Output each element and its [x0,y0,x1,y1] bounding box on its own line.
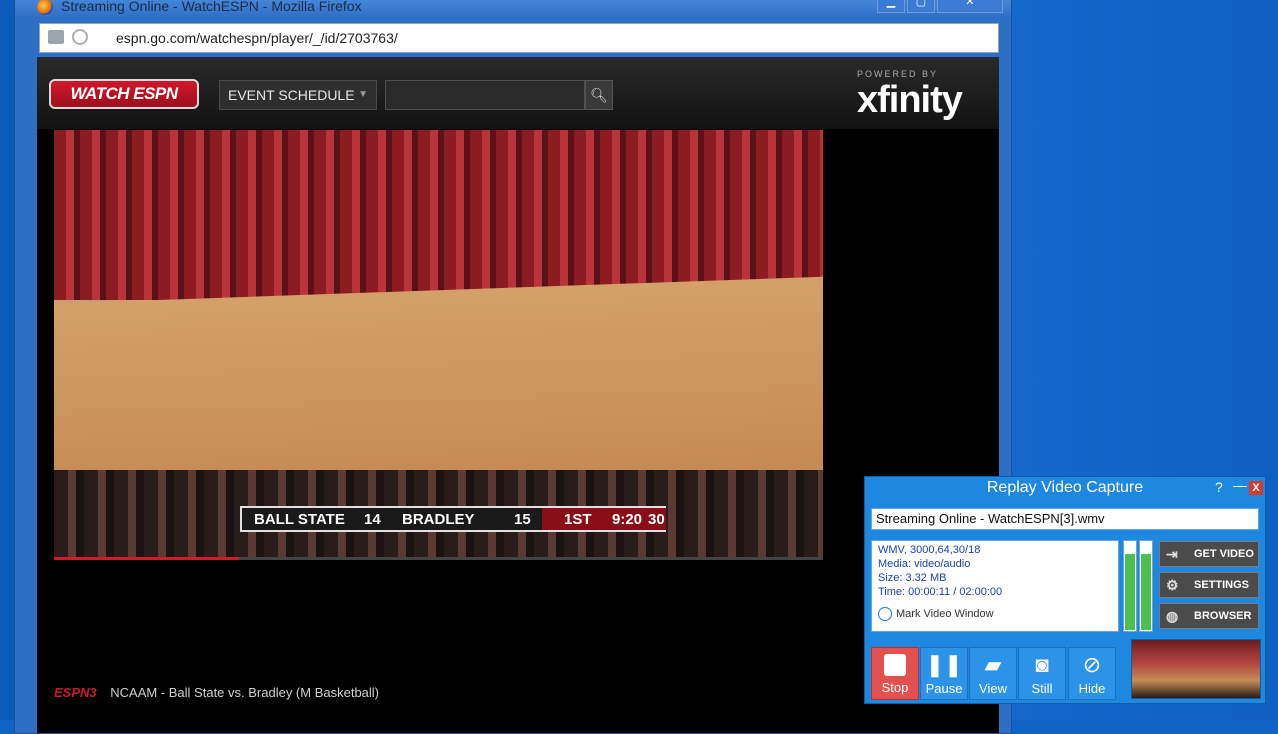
eye-off-icon: ⊘ [1082,652,1102,677]
close-button[interactable]: ✕ [937,0,1003,13]
video-preview-thumbnail [1131,639,1261,699]
watchespn-logo[interactable]: WATCH ESPN [49,79,199,109]
still-button[interactable]: ◙ Still [1018,647,1066,700]
team1-name: BALL STATE [254,511,345,528]
still-label: Still [1031,681,1053,696]
capture-info-panel: WMV, 3000,64,30/18 Media: video/audio Si… [871,540,1119,632]
shot-clock: 30 [648,511,665,528]
settings-button[interactable]: ⚙ SETTINGS [1159,572,1259,598]
pause-button[interactable]: ❚❚ Pause [920,647,968,700]
folder-icon: ▰ [984,652,1002,677]
search-icon: 🔍︎ [590,87,608,103]
team1-score: 14 [364,511,381,528]
maximize-button[interactable]: ▢ [907,0,935,13]
rvc-minimize-button[interactable]: — [1233,477,1247,493]
info-time: Time: 00:00:11 / 02:00:00 [878,586,1003,598]
search-button[interactable]: 🔍︎ [585,80,613,110]
team2-name: BRADLEY [402,511,475,528]
tab-groups-icon[interactable] [48,30,64,44]
stop-icon [884,654,906,676]
gear-icon: ⚙ [1166,577,1179,593]
get-video-button[interactable]: ⇥ GET VIDEO [1159,541,1259,567]
browser-button[interactable]: ◍ BROWSER [1159,603,1259,629]
info-size: Size: 3.32 MB [878,572,947,584]
caption-text: NCAAM - Ball State vs. Bradley (M Basket… [110,685,380,700]
window-title: Streaming Online - WatchESPN - Mozilla F… [61,0,362,14]
scorebug: BALL STATE 14 BRADLEY 15 1ST 9:20 30 [240,506,666,532]
globe-icon: ◍ [1166,608,1179,624]
game-clock: 9:20 [612,511,643,528]
view-label: View [979,681,1007,696]
meter-fill-left [1125,553,1135,630]
stop-label: Stop [881,680,909,695]
hide-label: Hide [1078,681,1106,696]
chevron-down-icon: ▼ [358,89,368,100]
replay-video-capture-window: Replay Video Capture ? — X Streaming Onl… [864,476,1266,704]
window-titlebar[interactable]: Streaming Online - WatchESPN - Mozilla F… [15,0,1011,17]
mark-video-window-option[interactable]: Mark Video Window [878,607,994,622]
hide-button[interactable]: ⊘ Hide [1068,647,1116,700]
espn-header: WATCH ESPN EVENT SCHEDULE ▼ 🔍︎ POWERED B… [37,57,999,129]
video-progress-track[interactable] [54,557,823,560]
video-crowd [54,130,823,300]
radio-circle-icon[interactable] [878,607,892,622]
firefox-window: Streaming Online - WatchESPN - Mozilla F… [14,0,1012,734]
minimize-button[interactable]: ▁ [877,0,905,13]
get-video-label: GET VIDEO [1194,548,1254,560]
help-button[interactable]: ? [1215,479,1223,495]
site-identity-icon[interactable] [72,29,88,45]
url-text[interactable]: espn.go.com/watchespn/player/_/id/270376… [116,30,398,46]
camera-icon: ◙ [1035,652,1049,677]
video-player[interactable]: BALL STATE 14 BRADLEY 15 1ST 9:20 30 [54,130,823,560]
settings-label: SETTINGS [1194,579,1250,591]
event-schedule-dropdown[interactable]: EVENT SCHEDULE ▼ [219,80,377,110]
output-filename-field[interactable]: Streaming Online - WatchESPN[3].wmv [871,508,1259,530]
audio-level-meter-right [1139,540,1153,632]
info-format: WMV, 3000,64,30/18 [878,544,981,556]
address-bar[interactable]: espn.go.com/watchespn/player/_/id/270376… [39,23,999,53]
event-schedule-label: EVENT SCHEDULE [228,87,355,103]
espn-page: WATCH ESPN EVENT SCHEDULE ▼ 🔍︎ POWERED B… [37,57,999,733]
xfinity-logo: xfinity [857,79,963,121]
info-media: Media: video/audio [878,558,971,570]
firefox-icon [37,0,53,15]
meter-fill-right [1141,553,1151,630]
browser-label: BROWSER [1194,610,1252,622]
view-button[interactable]: ▰ View [969,647,1017,700]
video-caption: ESPN3 NCAAM - Ball State vs. Bradley (M … [54,685,379,700]
import-icon: ⇥ [1166,546,1178,562]
game-period: 1ST [564,511,592,528]
team2-score: 15 [514,511,531,528]
search-input[interactable] [385,80,585,110]
rvc-close-button[interactable]: X [1249,481,1263,495]
pause-label: Pause [925,681,963,696]
rvc-title: Replay Video Capture [986,479,1144,496]
powered-by-label: POWERED BY [857,69,939,79]
pause-icon: ❚❚ [925,652,963,677]
audio-level-meter-left [1123,540,1137,632]
mark-video-window-label: Mark Video Window [896,608,994,620]
espn3-network-logo: ESPN3 [54,685,97,700]
video-progress-fill [54,557,239,560]
stop-button[interactable]: Stop [871,647,919,700]
